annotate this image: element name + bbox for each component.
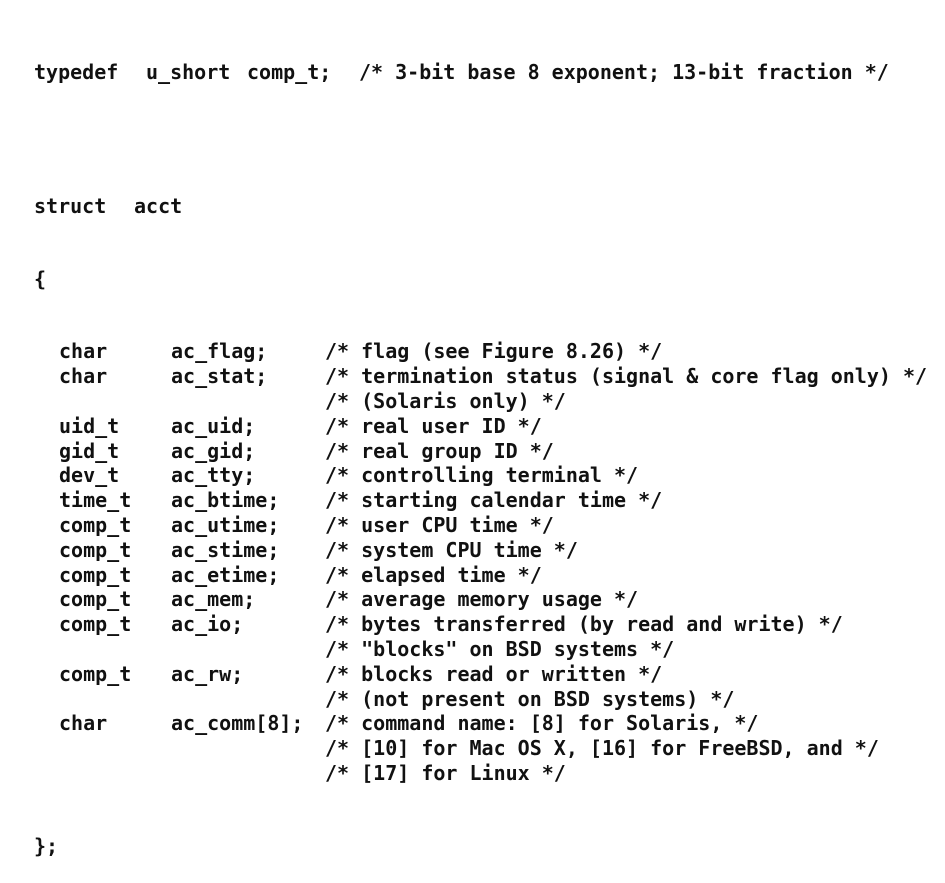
field-name: ac_stat; xyxy=(171,364,268,389)
struct-field-row: comp_t ac_mem; /* average memory usage */ xyxy=(34,587,927,612)
field-comment: /* blocks read or written */ xyxy=(325,661,663,686)
struct-field-row: uid_t ac_uid; /* real user ID */ xyxy=(34,414,927,439)
field-comment: /* "blocks" on BSD systems */ xyxy=(325,636,675,661)
field-type: comp_t xyxy=(59,661,132,686)
field-type: comp_t xyxy=(59,587,132,612)
struct-field-row: time_t ac_btime; /* starting calendar time… xyxy=(34,488,927,513)
struct-field-row: comp_t ac_rw; /* blocks read or written */ xyxy=(34,662,927,687)
field-type: char xyxy=(59,711,108,736)
struct-field-row: dev_t ac_tty; /* controlling terminal */ xyxy=(34,463,927,488)
field-type: time_t xyxy=(59,488,132,513)
struct-field-row: /* "blocks" on BSD systems */ xyxy=(34,637,927,662)
struct-field-row: comp_t ac_utime; /* user CPU time */ xyxy=(34,513,927,538)
struct-field-row: /* [10] for Mac OS X, [16] for FreeBSD, … xyxy=(34,736,927,761)
field-comment: /* bytes transferred (by read and write)… xyxy=(325,612,843,637)
field-type: uid_t xyxy=(59,413,120,438)
field-comment: /* real user ID */ xyxy=(325,413,542,438)
field-comment: /* real group ID */ xyxy=(325,438,554,463)
field-name: ac_rw; xyxy=(171,661,244,686)
field-name: ac_etime; xyxy=(171,562,280,587)
struct-field-row: /* (not present on BSD systems) */ xyxy=(34,687,927,712)
field-comment: /* flag (see Figure 8.26) */ xyxy=(325,339,663,364)
field-comment: /* (not present on BSD systems) */ xyxy=(325,686,735,711)
field-type: comp_t xyxy=(59,537,132,562)
struct-field-row: gid_t ac_gid; /* real group ID */ xyxy=(34,439,927,464)
field-name: ac_flag; xyxy=(171,339,268,364)
field-name: ac_io; xyxy=(171,612,244,637)
field-type: comp_t xyxy=(59,512,132,537)
field-comment: /* user CPU time */ xyxy=(325,512,554,537)
code-listing: typedef u_short comp_t; /* 3-bit base 8 exp… xyxy=(34,12,927,883)
field-name: ac_btime; xyxy=(171,488,280,513)
struct-field-row: char ac_comm[8]; /* command name: [8] for … xyxy=(34,711,927,736)
field-comment: /* elapsed time */ xyxy=(325,562,542,587)
field-type: dev_t xyxy=(59,463,120,488)
field-name: ac_comm[8]; xyxy=(171,711,304,736)
field-comment: /* command name: [8] for Solaris, */ xyxy=(325,711,759,736)
struct-field-row: comp_t ac_etime; /* elapsed time */ xyxy=(34,563,927,588)
field-comment: /* termination status (signal & core fla… xyxy=(325,364,928,389)
field-name: ac_utime; xyxy=(171,512,280,537)
open-brace: { xyxy=(34,266,47,291)
field-type: comp_t xyxy=(59,562,132,587)
typedef-line: typedef u_short comp_t; /* 3-bit base 8 exp… xyxy=(34,60,927,85)
field-comment: /* [17] for Linux */ xyxy=(325,760,566,785)
field-comment: /* system CPU time */ xyxy=(325,537,578,562)
field-name: ac_gid; xyxy=(171,438,256,463)
field-name: ac_stime; xyxy=(171,537,280,562)
field-comment: /* average memory usage */ xyxy=(325,587,639,612)
typedef-keyword: typedef xyxy=(34,60,119,84)
struct-field-row: comp_t ac_io; /* bytes transferred (by rea… xyxy=(34,612,927,637)
field-name: ac_uid; xyxy=(171,413,256,438)
struct-field-row: /* [17] for Linux */ xyxy=(34,761,927,786)
field-name: ac_mem; xyxy=(171,587,256,612)
field-comment: /* (Solaris only) */ xyxy=(325,388,566,413)
blank-spacer xyxy=(34,133,927,146)
field-comment: /* controlling terminal */ xyxy=(325,463,639,488)
field-type: char xyxy=(59,364,108,389)
field-type: char xyxy=(59,339,108,364)
typedef-base-type: u_short xyxy=(146,60,231,84)
struct-header-line: struct acct xyxy=(34,194,927,219)
field-comment: /* starting calendar time */ xyxy=(325,488,663,513)
struct-field-row: /* (Solaris only) */ xyxy=(34,389,927,414)
field-name: ac_tty; xyxy=(171,463,256,488)
struct-field-row: char ac_flag; /* flag (see Figure 8.26) */ xyxy=(34,339,927,364)
close-brace: }; xyxy=(34,833,59,858)
field-type: gid_t xyxy=(59,438,120,463)
field-comment: /* [10] for Mac OS X, [16] for FreeBSD, … xyxy=(325,736,879,761)
struct-name: acct xyxy=(134,193,183,218)
field-type: comp_t xyxy=(59,612,132,637)
struct-field-row: comp_t ac_stime; /* system CPU time */ xyxy=(34,538,927,563)
typedef-comment: /* 3-bit base 8 exponent; 13-bit fractio… xyxy=(359,60,889,84)
struct-field-row: char ac_stat; /* termination status (signa… xyxy=(34,364,927,389)
struct-keyword: struct xyxy=(34,193,107,218)
struct-fields: char ac_flag; /* flag (see Figure 8.26) */… xyxy=(34,339,927,785)
typedef-name: comp_t; xyxy=(247,60,332,84)
